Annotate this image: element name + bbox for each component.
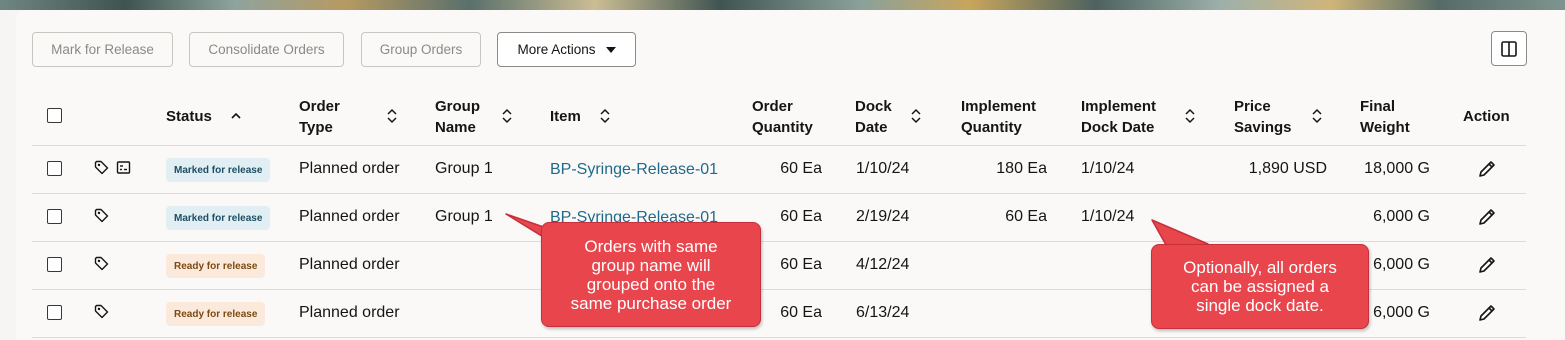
more-actions-label: More Actions bbox=[517, 42, 596, 57]
header-line: Savings bbox=[1234, 119, 1292, 136]
mark-for-release-button[interactable]: Mark for Release bbox=[32, 32, 173, 67]
header-line: Implement bbox=[961, 98, 1037, 115]
implement-dock-date-cell: 1/10/24 bbox=[1081, 208, 1135, 225]
column-header-implement-quantity[interactable]: Implement Quantity bbox=[961, 96, 1036, 138]
column-header-item[interactable]: Item bbox=[550, 106, 581, 127]
header-line: Weight bbox=[1360, 119, 1410, 136]
header-line: Dock Date bbox=[1081, 119, 1155, 136]
column-header-price-savings[interactable]: Price Savings bbox=[1234, 96, 1292, 138]
status-badge: Marked for release bbox=[166, 158, 271, 182]
callout-line: can be assigned a bbox=[1190, 277, 1329, 296]
order-type-cell: Planned order bbox=[299, 256, 400, 273]
column-header-final-weight[interactable]: Final Weight bbox=[1360, 96, 1410, 138]
sort-icon[interactable] bbox=[500, 108, 514, 124]
callout-line: Orders with same bbox=[584, 236, 718, 256]
callout-line: grouped onto the bbox=[586, 274, 716, 294]
header-line: Type bbox=[299, 119, 333, 136]
pencil-icon[interactable] bbox=[1477, 303, 1497, 323]
callout-dock-note: Optionally, all orders can be assigned a… bbox=[1151, 244, 1369, 329]
callout-group-note: Orders with same group name will grouped… bbox=[541, 222, 761, 327]
row-checkbox[interactable] bbox=[47, 209, 62, 224]
sort-icon[interactable] bbox=[1183, 108, 1197, 124]
implement-quantity-cell: 180 Ea bbox=[996, 160, 1047, 177]
dock-date-cell: 6/13/24 bbox=[856, 304, 910, 321]
panel-toggle-icon bbox=[1501, 40, 1517, 57]
header-line: Final bbox=[1360, 98, 1396, 115]
select-all-checkbox[interactable] bbox=[47, 108, 62, 123]
row-checkbox[interactable] bbox=[47, 257, 62, 272]
tag-icon bbox=[94, 208, 109, 223]
row-checkbox[interactable] bbox=[47, 305, 62, 320]
sort-icon[interactable] bbox=[1310, 108, 1324, 124]
header-line: Order bbox=[299, 98, 340, 115]
column-header-group-name[interactable]: Group Name bbox=[435, 96, 480, 138]
column-header-order-type[interactable]: Order Type bbox=[299, 96, 340, 138]
row-divider bbox=[32, 337, 1526, 338]
column-header-action: Action bbox=[1463, 108, 1510, 125]
sort-icon[interactable] bbox=[909, 108, 923, 124]
status-badge: Marked for release bbox=[166, 206, 271, 230]
final-weight-cell: 18,000 G bbox=[1364, 160, 1430, 177]
group-icon bbox=[116, 161, 131, 174]
tag-icon bbox=[94, 256, 109, 271]
column-header-status[interactable]: Status bbox=[166, 106, 212, 127]
column-header-implement-dock-date[interactable]: Implement Dock Date bbox=[1081, 96, 1156, 138]
dock-date-cell: 1/10/24 bbox=[856, 160, 910, 177]
status-badge: Ready for release bbox=[166, 254, 266, 278]
group-orders-button[interactable]: Group Orders bbox=[361, 32, 481, 67]
row-divider bbox=[32, 241, 1526, 242]
row-checkbox[interactable] bbox=[47, 161, 62, 176]
header-line: Name bbox=[435, 119, 476, 136]
final-weight-cell: 6,000 G bbox=[1373, 208, 1430, 225]
consolidate-orders-button[interactable]: Consolidate Orders bbox=[189, 32, 344, 67]
header-line: Date bbox=[855, 119, 888, 136]
callout-line: Optionally, all orders bbox=[1183, 258, 1337, 277]
chevron-down-icon bbox=[605, 46, 616, 53]
callout-line: group name will bbox=[591, 255, 711, 275]
column-header-dock-date[interactable]: Dock Date bbox=[855, 96, 892, 138]
header-line: Dock bbox=[855, 98, 892, 115]
callout-line: same purchase order bbox=[570, 293, 732, 313]
sort-icon[interactable] bbox=[385, 108, 399, 124]
order-quantity-cell: 60 Ea bbox=[780, 160, 822, 177]
dock-date-cell: 4/12/24 bbox=[856, 256, 910, 273]
pencil-icon[interactable] bbox=[1477, 207, 1497, 227]
pencil-icon[interactable] bbox=[1477, 159, 1497, 179]
header-line: Group bbox=[435, 98, 480, 115]
panel-toggle-button[interactable] bbox=[1491, 31, 1527, 66]
tag-icon bbox=[94, 160, 109, 175]
implement-dock-date-cell: 1/10/24 bbox=[1081, 160, 1135, 177]
header-line: Quantity bbox=[961, 119, 1022, 136]
pencil-icon[interactable] bbox=[1477, 255, 1497, 275]
item-link[interactable]: BP-Syringe-Release-01 bbox=[550, 160, 718, 180]
order-type-cell: Planned order bbox=[299, 160, 400, 177]
tag-icon bbox=[94, 304, 109, 319]
sort-ascending-icon[interactable] bbox=[229, 108, 243, 124]
row-divider bbox=[32, 193, 1526, 194]
column-header-order-quantity[interactable]: Order Quantity bbox=[752, 96, 813, 138]
status-badge: Ready for release bbox=[166, 302, 266, 326]
implement-quantity-cell: 60 Ea bbox=[1005, 208, 1047, 225]
group-name-cell: Group 1 bbox=[435, 208, 493, 225]
header-line: Quantity bbox=[752, 119, 813, 136]
header-line: Order bbox=[752, 98, 793, 115]
header-line: Price bbox=[1234, 98, 1271, 115]
price-savings-cell: 1,890 USD bbox=[1248, 160, 1327, 177]
more-actions-button[interactable]: More Actions bbox=[497, 32, 636, 67]
header-line: Implement bbox=[1081, 98, 1157, 115]
callout-line: single dock date. bbox=[1196, 296, 1324, 315]
order-type-cell: Planned order bbox=[299, 304, 400, 321]
group-name-cell: Group 1 bbox=[435, 160, 493, 177]
sort-icon[interactable] bbox=[598, 108, 612, 124]
row-divider bbox=[32, 145, 1526, 146]
dock-date-cell: 2/19/24 bbox=[856, 208, 910, 225]
order-type-cell: Planned order bbox=[299, 208, 400, 225]
decorative-banner bbox=[0, 0, 1565, 10]
